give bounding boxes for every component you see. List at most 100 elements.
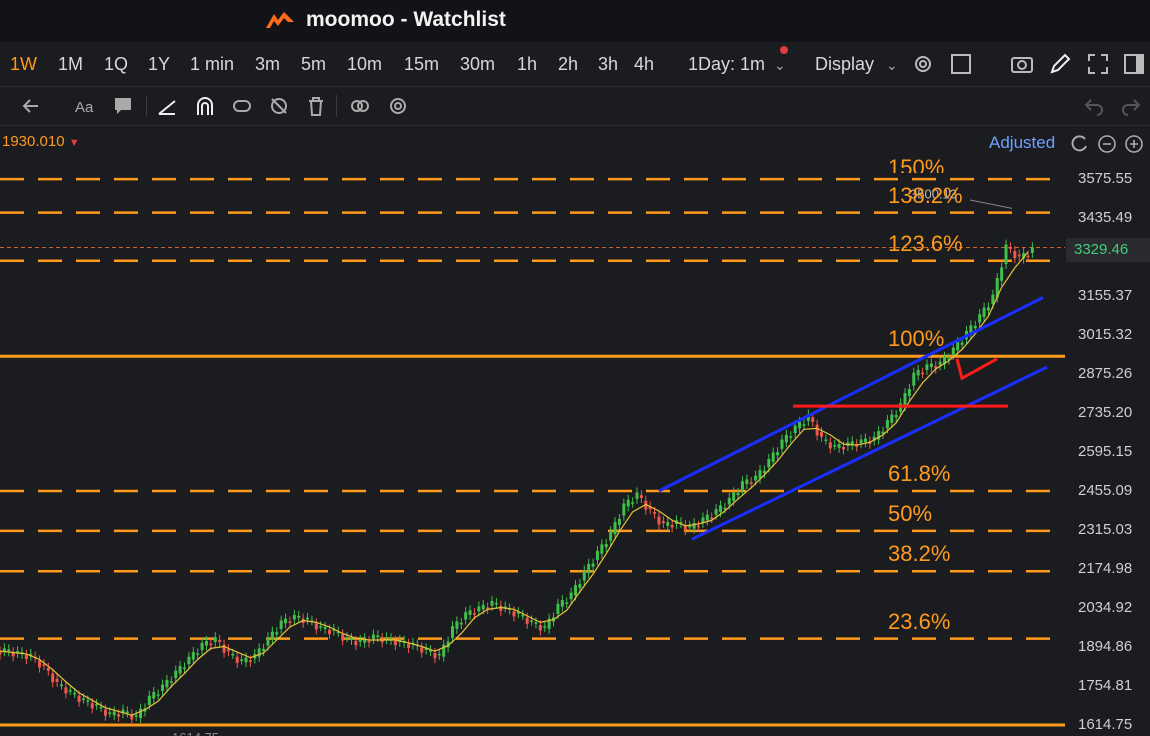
price-chart[interactable]: 3500.131614.75 [0, 155, 1150, 736]
candle-body [275, 632, 279, 635]
candle-body [244, 657, 248, 663]
interval-select[interactable]: 1Day: 1m [688, 54, 765, 75]
candle-body [1004, 244, 1008, 265]
candle-body [73, 692, 77, 695]
camera-icon[interactable] [1010, 52, 1034, 76]
timeframe-30m[interactable]: 30m [460, 54, 495, 75]
candle-body [578, 583, 582, 589]
candle-body [99, 706, 103, 709]
y-axis-tick-label: 2455.09 [1078, 482, 1133, 499]
candle-body [341, 634, 345, 641]
undo-icon[interactable] [1083, 95, 1105, 117]
timeframe-5m[interactable]: 5m [301, 54, 326, 75]
back-arrow-icon[interactable] [20, 95, 42, 117]
settings-icon[interactable] [387, 95, 409, 117]
drawing-toolbar: Aa [0, 87, 1150, 126]
candle-body [793, 425, 797, 434]
low-price-label: 1614.75 [172, 730, 219, 736]
adjusted-toggle[interactable]: Adjusted [989, 133, 1065, 153]
candle-body [609, 531, 613, 541]
magnet-icon[interactable] [231, 95, 253, 117]
candle-body [437, 653, 441, 656]
timeframe-1h[interactable]: 1h [517, 54, 537, 75]
fib-level-label: 38.2% [888, 541, 951, 567]
fib-level-label: 61.8% [888, 461, 951, 487]
candle-body [174, 670, 178, 679]
link-icon[interactable] [349, 95, 371, 117]
candle-body [46, 667, 50, 671]
reset-zoom-icon[interactable] [1070, 134, 1090, 154]
candle-body [86, 700, 90, 702]
candle-body [68, 690, 72, 692]
timeframe-3m[interactable]: 3m [255, 54, 280, 75]
candle-body [820, 432, 824, 437]
fullscreen-icon[interactable] [1086, 52, 1110, 76]
candle-body [582, 570, 586, 581]
candle-body [358, 640, 362, 642]
candle-body [266, 637, 270, 646]
candle-body [64, 687, 68, 694]
candle-body [103, 709, 107, 716]
pencil-icon[interactable] [1048, 52, 1072, 76]
candle-body [494, 602, 498, 605]
candle-body [560, 600, 564, 607]
timeframe-2h[interactable]: 2h [558, 54, 578, 75]
candle-body [771, 452, 775, 462]
sidebar-toggle-icon[interactable] [1122, 52, 1146, 76]
timeframe-1q[interactable]: 1Q [104, 54, 128, 75]
y-axis-tick-label: 1754.81 [1078, 676, 1133, 694]
moving-average-line [0, 251, 1029, 716]
line-tool-icon[interactable] [156, 95, 178, 117]
timeframe-15m[interactable]: 15m [404, 54, 439, 75]
candle-body [859, 439, 863, 444]
candle-body [165, 679, 169, 688]
timeframe-1w[interactable]: 1W [10, 54, 37, 75]
candle-body [903, 393, 907, 407]
zoom-out-icon[interactable] [1097, 134, 1117, 154]
candle-body [288, 621, 292, 623]
chevron-down-icon[interactable]: ⌄ [774, 57, 786, 74]
candle-body [837, 444, 841, 448]
square-icon[interactable] [949, 52, 973, 76]
candle-body [960, 342, 964, 345]
gear-icon[interactable] [911, 52, 935, 76]
title-bar: moomoo - Watchlist [0, 0, 1150, 42]
chevron-down-icon[interactable]: ⌄ [886, 57, 898, 74]
candle-body [639, 495, 643, 498]
candle-body [938, 361, 942, 366]
candle-body [600, 544, 604, 554]
candle-body [991, 294, 995, 304]
candle-body [218, 640, 222, 642]
candle-body [885, 420, 889, 429]
candle-body [705, 514, 709, 521]
timeframe-1-min[interactable]: 1 min [190, 54, 234, 75]
timeframe-10m[interactable]: 10m [347, 54, 382, 75]
candle-body [534, 622, 538, 624]
zoom-in-icon[interactable] [1124, 134, 1144, 154]
display-menu[interactable]: Display [815, 54, 874, 75]
candle-body [90, 703, 94, 709]
candle-body [284, 618, 288, 624]
timeframe-1m[interactable]: 1M [58, 54, 83, 75]
text-icon[interactable]: Aa [74, 95, 96, 117]
comment-icon[interactable] [112, 95, 134, 117]
redo-icon[interactable] [1120, 95, 1142, 117]
candle-body [802, 424, 806, 426]
timeframe-1y[interactable]: 1Y [148, 54, 170, 75]
candle-body [1017, 254, 1021, 257]
candle-body [196, 653, 200, 656]
candle-body [407, 643, 411, 648]
candle-body [1030, 247, 1034, 253]
hide-icon[interactable] [268, 95, 290, 117]
timeframe-4h[interactable]: 4h [634, 54, 654, 75]
y-axis-tick-label: 3575.55 [1078, 170, 1133, 187]
candle-body [714, 509, 718, 515]
candle-body [574, 585, 578, 596]
candle-body [306, 617, 310, 620]
arch-tool-icon[interactable] [194, 95, 216, 117]
y-axis-tick-label: 2735.20 [1078, 404, 1133, 421]
trash-icon[interactable] [305, 95, 327, 117]
timeframe-3h[interactable]: 3h [598, 54, 618, 75]
candle-body [921, 372, 925, 375]
candle-body [490, 601, 494, 606]
